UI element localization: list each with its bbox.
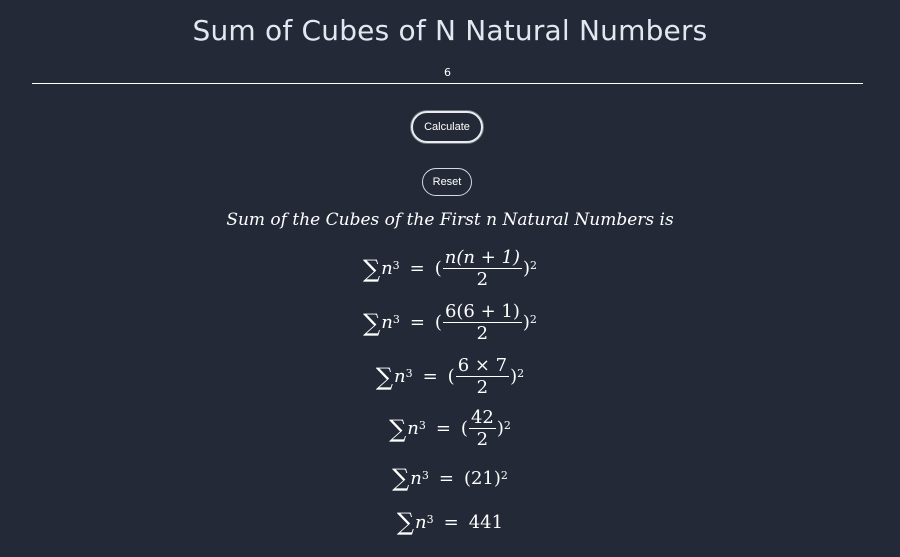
variable-n: n bbox=[381, 312, 393, 333]
reset-button[interactable]: Reset bbox=[422, 168, 472, 196]
equation-line-6: ∑ n3 = 441 bbox=[0, 508, 900, 536]
equation-line-5: ∑ n3 = (21) 2 bbox=[0, 464, 900, 492]
cube-exponent: 3 bbox=[405, 367, 413, 380]
sigma-symbol: ∑ bbox=[375, 362, 393, 391]
close-paren: ) bbox=[510, 366, 518, 387]
equals-sign: = bbox=[443, 511, 459, 533]
close-paren: ) bbox=[496, 418, 504, 439]
fraction: n(n + 1) 2 bbox=[442, 247, 523, 290]
sigma-symbol: ∑ bbox=[363, 308, 381, 337]
equation-line-4: ∑ n3 = ( 42 2 ) 2 bbox=[0, 408, 900, 449]
squared-value: (21) bbox=[463, 467, 501, 489]
cube-exponent: 3 bbox=[392, 259, 400, 272]
sigma-symbol: ∑ bbox=[362, 254, 381, 283]
cube-exponent: 3 bbox=[421, 468, 429, 482]
numerator: 42 bbox=[468, 407, 496, 429]
fraction: 42 2 bbox=[468, 407, 496, 450]
open-paren: ( bbox=[447, 366, 455, 387]
square-exponent: 2 bbox=[530, 259, 538, 272]
cube-exponent: 3 bbox=[392, 313, 400, 326]
fraction: 6(6 + 1) 2 bbox=[442, 301, 522, 344]
equals-sign: = bbox=[409, 258, 425, 279]
denominator: 2 bbox=[476, 269, 489, 290]
variable-n: n bbox=[410, 467, 422, 489]
number-input[interactable] bbox=[32, 62, 863, 84]
close-paren: ) bbox=[522, 312, 530, 333]
numerator: 6 × 7 bbox=[455, 355, 510, 377]
result-heading: Sum of the Cubes of the First n Natural … bbox=[226, 210, 674, 230]
equals-sign: = bbox=[435, 418, 451, 439]
fraction: 6 × 7 2 bbox=[455, 355, 510, 398]
denominator: 2 bbox=[476, 429, 489, 450]
equation-line-2: ∑ n3 = ( 6(6 + 1) 2 ) 2 bbox=[0, 302, 900, 343]
equation-line-3: ∑ n3 = ( 6 × 7 2 ) 2 bbox=[0, 356, 900, 397]
close-paren: ) bbox=[523, 258, 531, 279]
numerator: n(n + 1) bbox=[442, 247, 523, 269]
equation-line-1: ∑ n3 = ( n(n + 1) 2 ) 2 bbox=[0, 248, 900, 289]
open-paren: ( bbox=[434, 258, 442, 279]
final-result: 441 bbox=[468, 511, 504, 533]
equals-sign: = bbox=[438, 467, 454, 489]
variable-n: n bbox=[381, 258, 393, 279]
square-exponent: 2 bbox=[517, 367, 525, 380]
open-paren: ( bbox=[460, 418, 468, 439]
page-title: Sum of Cubes of N Natural Numbers bbox=[192, 14, 708, 47]
cube-exponent: 3 bbox=[418, 419, 426, 432]
cube-exponent: 3 bbox=[426, 512, 434, 526]
square-exponent: 2 bbox=[500, 468, 508, 482]
sigma-symbol: ∑ bbox=[392, 464, 410, 492]
calculate-button[interactable]: Calculate bbox=[411, 111, 483, 143]
sigma-symbol: ∑ bbox=[396, 508, 415, 536]
denominator: 2 bbox=[476, 377, 489, 398]
equals-sign: = bbox=[422, 366, 438, 387]
variable-n: n bbox=[407, 418, 419, 439]
numerator: 6(6 + 1) bbox=[442, 301, 522, 323]
equals-sign: = bbox=[409, 312, 425, 333]
denominator: 2 bbox=[476, 323, 489, 344]
square-exponent: 2 bbox=[529, 313, 537, 326]
open-paren: ( bbox=[434, 312, 442, 333]
variable-n: n bbox=[415, 511, 427, 533]
sigma-symbol: ∑ bbox=[389, 414, 407, 443]
variable-n: n bbox=[393, 366, 406, 387]
square-exponent: 2 bbox=[503, 419, 511, 432]
